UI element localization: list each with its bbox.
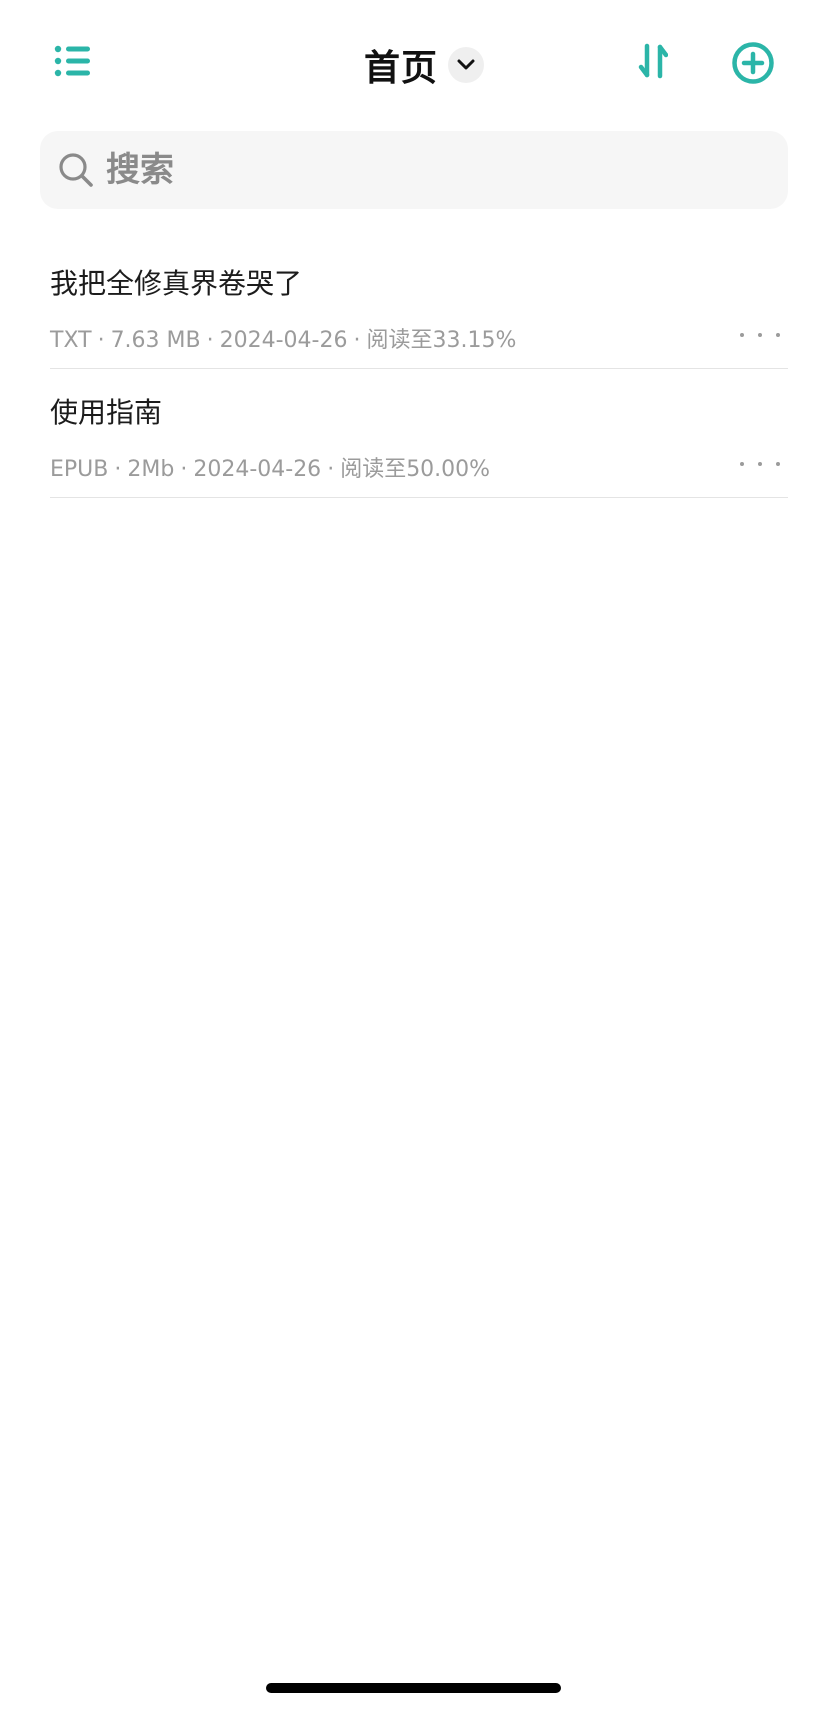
more-options-button[interactable] <box>740 320 780 350</box>
page-title: 首页 <box>364 48 439 89</box>
more-horizontal-icon <box>740 333 744 337</box>
list-item[interactable]: 使用指南 EPUB · 2Mb · 2024-04-26 · 阅读至50.00% <box>50 369 788 498</box>
add-circle-icon <box>731 41 775 89</box>
search-input[interactable] <box>104 139 748 201</box>
book-format: EPUB <box>50 457 109 482</box>
book-date: 2024-04-26 <box>219 328 348 353</box>
book-date: 2024-04-26 <box>193 457 322 482</box>
book-meta: EPUB · 2Mb · 2024-04-26 · 阅读至50.00% <box>50 457 491 482</box>
add-book-button[interactable] <box>730 42 776 88</box>
more-horizontal-icon <box>740 462 744 466</box>
book-title: 我把全修真界卷哭了 <box>50 267 303 300</box>
chevron-down-icon[interactable] <box>448 47 485 83</box>
menu-button[interactable] <box>50 40 96 86</box>
sort-button[interactable] <box>630 40 676 86</box>
book-format: TXT <box>50 328 92 353</box>
reading-progress: 阅读至33.15% <box>366 328 517 353</box>
book-meta: TXT · 7.63 MB · 2024-04-26 · 阅读至33.15% <box>50 328 517 353</box>
list-item[interactable]: 我把全修真界卷哭了 TXT · 7.63 MB · 2024-04-26 · 阅读至33.1… <box>50 240 788 369</box>
title-dropdown[interactable]: 首页 <box>364 38 485 92</box>
list-menu-icon <box>54 44 92 82</box>
book-size: 2Mb <box>127 457 175 482</box>
search-icon <box>56 150 96 190</box>
search-bar[interactable] <box>40 131 788 209</box>
reading-progress: 阅读至50.00% <box>340 457 491 482</box>
sort-icon <box>638 43 669 83</box>
home-indicator[interactable] <box>266 1683 561 1693</box>
book-title: 使用指南 <box>50 396 163 429</box>
top-bar: 首页 <box>0 0 828 130</box>
more-options-button[interactable] <box>740 449 780 479</box>
book-list: 我把全修真界卷哭了 TXT · 7.63 MB · 2024-04-26 · 阅读至33.1… <box>50 240 788 498</box>
book-size: 7.63 MB <box>110 328 201 353</box>
